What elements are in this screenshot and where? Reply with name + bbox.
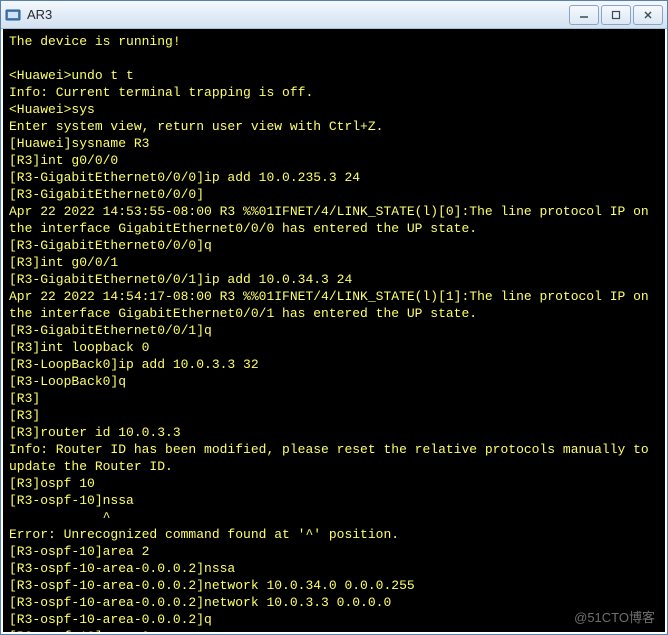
minimize-button[interactable]	[569, 5, 599, 25]
titlebar[interactable]: AR3	[1, 1, 667, 29]
app-window: AR3 The device is running! <Huawei>undo …	[0, 0, 668, 635]
terminal-output[interactable]: The device is running! <Huawei>undo t t …	[1, 29, 667, 634]
terminal-text: The device is running! <Huawei>undo t t …	[9, 33, 659, 634]
app-icon	[5, 7, 21, 23]
maximize-button[interactable]	[601, 5, 631, 25]
close-button[interactable]	[633, 5, 663, 25]
window-title: AR3	[27, 7, 569, 22]
window-controls	[569, 5, 663, 25]
